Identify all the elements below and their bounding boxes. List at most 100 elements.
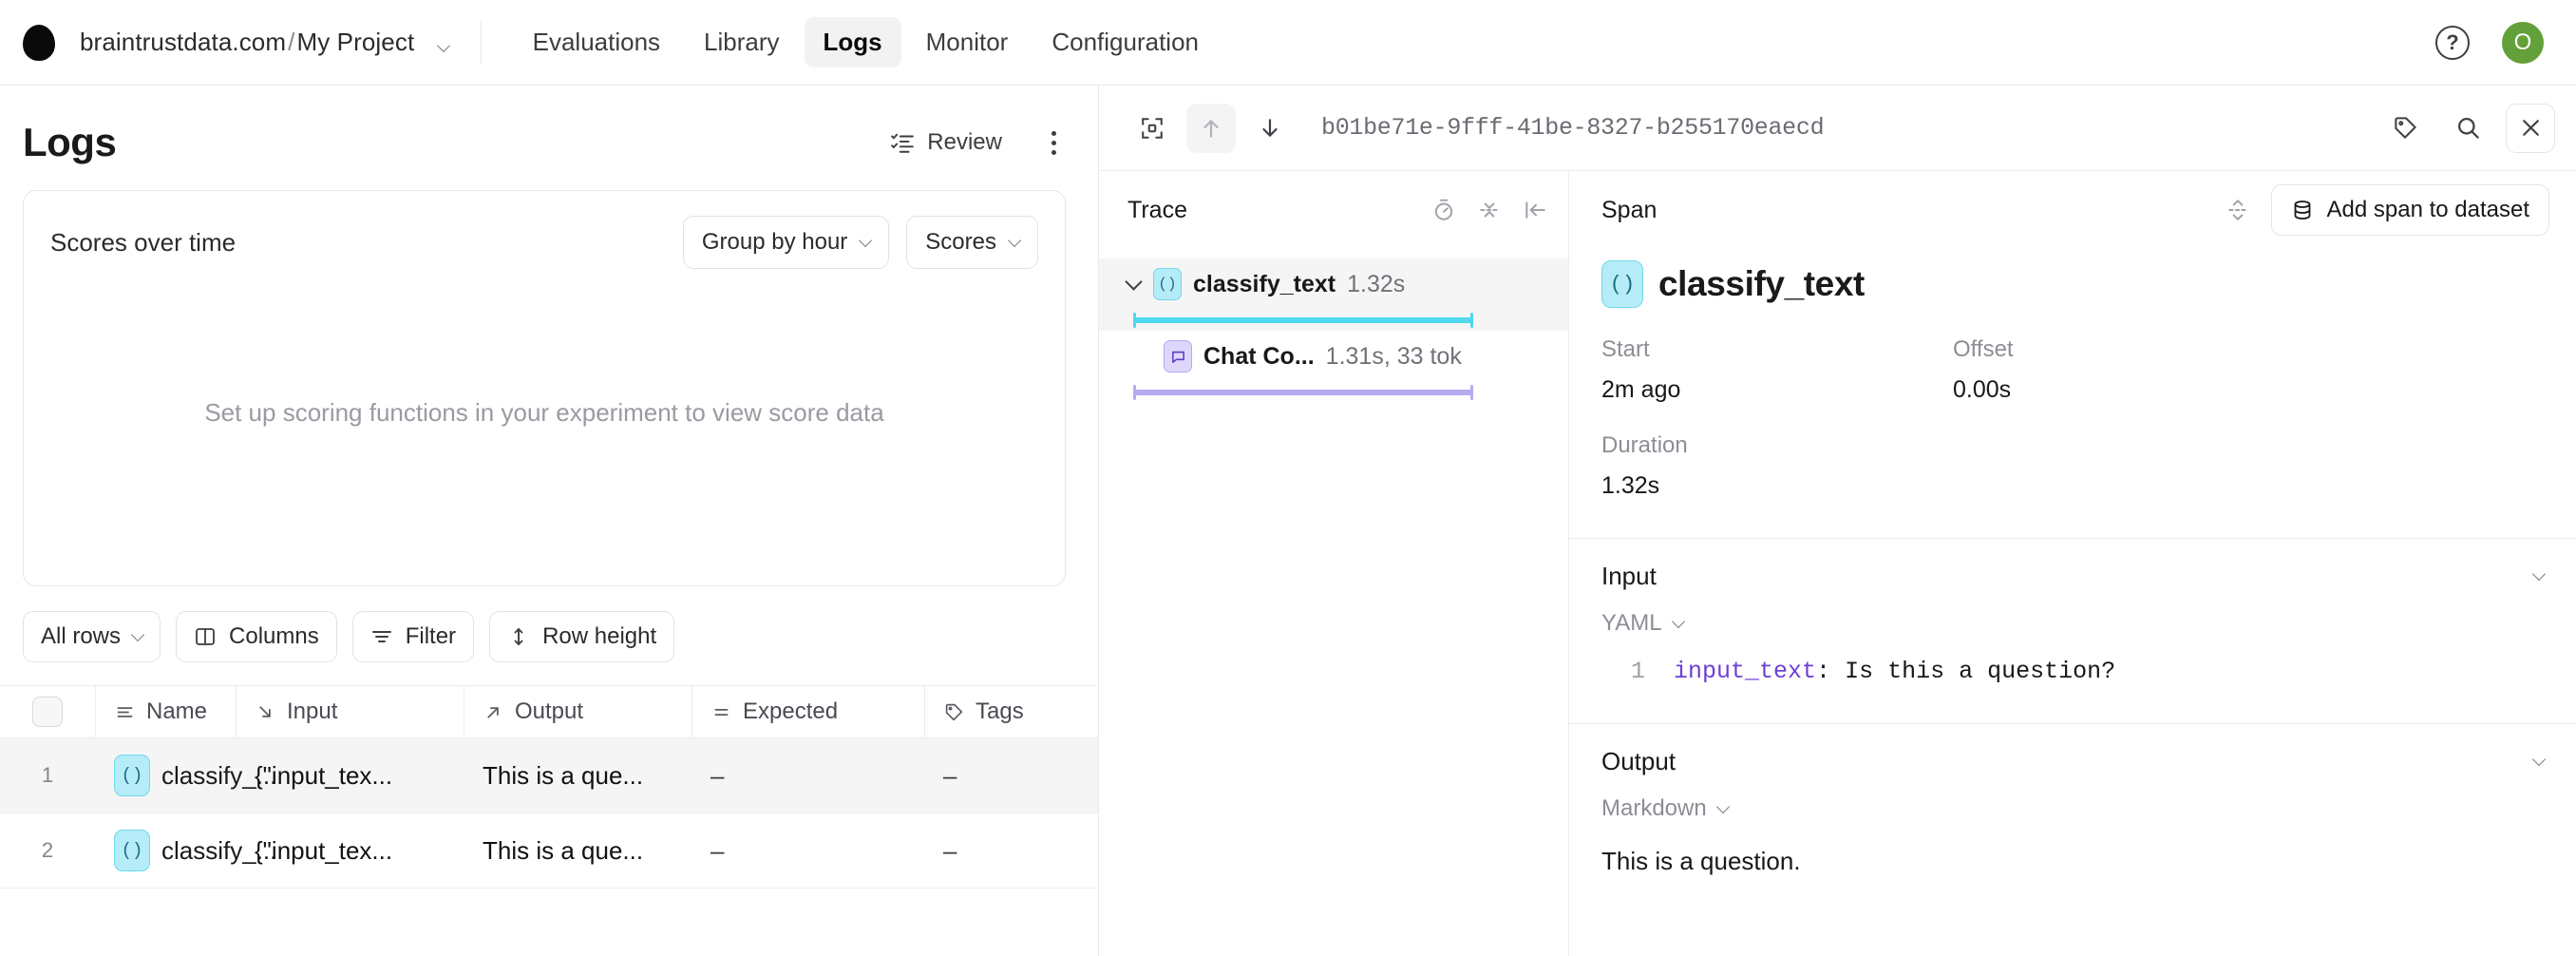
nav-tab-evaluations[interactable]: Evaluations xyxy=(514,17,679,67)
avatar[interactable]: O xyxy=(2502,22,2544,64)
input-section-header[interactable]: Input xyxy=(1569,539,2576,591)
row-height-button[interactable]: Row height xyxy=(489,611,674,662)
tag-icon xyxy=(944,702,964,722)
all-rows-dropdown[interactable]: All rows xyxy=(23,611,161,662)
select-all-checkbox[interactable] xyxy=(32,697,63,727)
row-number: 2 xyxy=(0,838,95,863)
scores-chart-title: Scores over time xyxy=(50,228,236,258)
column-header-tags[interactable]: Tags xyxy=(924,686,1095,737)
trace-duration-bar xyxy=(1133,317,1473,323)
scores-dropdown-label: Scores xyxy=(925,229,996,256)
trace-node-row: Chat Co... 1.31s, 33 tok xyxy=(1127,331,1540,382)
search-icon[interactable] xyxy=(2443,104,2492,153)
chevron-down-icon[interactable] xyxy=(1125,273,1142,290)
column-header-name[interactable]: Name xyxy=(95,686,236,737)
breadcrumb[interactable]: braintrustdata.com/My Project xyxy=(80,28,448,57)
scores-dropdown[interactable]: Scores xyxy=(906,216,1038,269)
chat-bubble-icon xyxy=(1164,340,1192,373)
trace-drawer-body: Trace xyxy=(1099,171,2576,956)
review-button-label: Review xyxy=(927,129,1002,156)
nav-tab-monitor[interactable]: Monitor xyxy=(907,17,1028,67)
nav-tab-logs[interactable]: Logs xyxy=(805,17,901,67)
breadcrumb-project: My Project xyxy=(296,28,414,56)
row-output-cell: This is a que... xyxy=(464,761,691,791)
scores-chart-card: Scores over time Group by hour Scores Se… xyxy=(23,190,1066,586)
table-row[interactable]: 1 () classify_... {"input_tex... This is… xyxy=(0,738,1098,813)
expand-icon[interactable] xyxy=(1127,104,1177,153)
chevron-down-icon xyxy=(131,627,144,641)
chevron-down-icon[interactable] xyxy=(439,41,448,55)
resize-vertical-icon[interactable] xyxy=(2226,198,2250,222)
trace-drawer-header: b01be71e-9fff-41be-8327-b255170eaecd xyxy=(1099,86,2576,171)
table-row[interactable]: 2 () classify_... {"input_tex... This is… xyxy=(0,813,1098,889)
column-header-expected[interactable]: Expected xyxy=(691,686,924,737)
input-format-label: YAML xyxy=(1601,610,1662,637)
output-section-header[interactable]: Output xyxy=(1569,724,2576,776)
timer-icon[interactable] xyxy=(1431,198,1456,222)
main-body: Logs Review xyxy=(0,86,2576,956)
chevron-down-icon xyxy=(1008,233,1021,246)
span-detail-panel: Span xyxy=(1569,171,2576,956)
trace-node-chat-completion[interactable]: Chat Co... 1.31s, 33 tok xyxy=(1099,331,1568,403)
scores-chart-empty-state: Set up scoring functions in your experim… xyxy=(24,269,1065,585)
column-header-output[interactable]: Output xyxy=(464,686,691,737)
span-start-label: Start xyxy=(1601,336,1953,369)
row-tags-cell: – xyxy=(924,836,1095,866)
chevron-down-icon xyxy=(1672,614,1685,627)
help-circle-icon[interactable]: ? xyxy=(2435,26,2470,60)
row-height-icon xyxy=(507,625,530,648)
trace-tree: () classify_text 1.32s xyxy=(1099,249,1568,403)
group-by-dropdown[interactable]: Group by hour xyxy=(683,216,889,269)
tag-icon[interactable] xyxy=(2380,104,2430,153)
chevron-down-icon[interactable] xyxy=(2532,753,2546,766)
braintrust-logo-icon[interactable] xyxy=(23,25,55,61)
row-name-cell: () classify_... xyxy=(95,830,236,871)
span-duration-label: Duration xyxy=(1601,432,1953,465)
add-span-to-dataset-button[interactable]: Add span to dataset xyxy=(2271,184,2550,236)
filter-label: Filter xyxy=(406,623,456,650)
trace-node-classify-text[interactable]: () classify_text 1.32s xyxy=(1099,258,1568,331)
columns-icon xyxy=(194,625,217,648)
kebab-menu-icon[interactable] xyxy=(1042,125,1066,161)
logs-header: Logs Review xyxy=(0,86,1098,179)
function-badge-icon: () xyxy=(1601,260,1643,308)
add-span-to-dataset-label: Add span to dataset xyxy=(2327,197,2530,223)
trace-node-name: Chat Co... xyxy=(1203,343,1315,371)
review-button[interactable]: Review xyxy=(890,129,1002,156)
column-header-input[interactable]: Input xyxy=(236,686,464,737)
trace-node-duration: 1.32s xyxy=(1347,271,1405,298)
table-toolbar: All rows Columns xyxy=(0,586,1098,685)
span-name: classify_text xyxy=(1658,264,1865,304)
code-value: Is this a question? xyxy=(1845,658,2115,685)
code-punct: : xyxy=(1816,658,1830,685)
filter-button[interactable]: Filter xyxy=(352,611,474,662)
trace-node-bar-wrap xyxy=(1127,310,1540,331)
arrow-down-icon[interactable] xyxy=(1245,104,1295,153)
page-title: Logs xyxy=(23,120,116,165)
columns-button[interactable]: Columns xyxy=(176,611,337,662)
trace-id[interactable]: b01be71e-9fff-41be-8327-b255170eaecd xyxy=(1321,114,1824,142)
logs-panel: Logs Review xyxy=(0,86,1099,956)
chevron-down-icon[interactable] xyxy=(2532,567,2546,581)
scores-chart-header: Scores over time Group by hour Scores xyxy=(24,191,1065,269)
equals-icon xyxy=(711,702,731,722)
checklist-icon xyxy=(890,130,915,155)
collapse-vertical-icon[interactable] xyxy=(1477,198,1502,222)
nav-divider xyxy=(481,21,482,65)
input-format-dropdown[interactable]: YAML xyxy=(1569,591,2576,637)
close-icon[interactable] xyxy=(2506,104,2555,153)
filter-icon xyxy=(370,625,393,648)
nav-tab-library[interactable]: Library xyxy=(685,17,798,67)
scores-chart-controls: Group by hour Scores xyxy=(683,216,1038,269)
input-code-block: 1 input_text: Is this a question? xyxy=(1569,637,2576,685)
nav-tabs: Evaluations Library Logs Monitor Configu… xyxy=(514,17,1218,67)
arrow-up-icon[interactable] xyxy=(1186,104,1236,153)
span-start-value: 2m ago xyxy=(1601,376,1953,425)
collapse-left-icon[interactable] xyxy=(1523,198,1547,222)
span-metadata-spacer xyxy=(1953,432,2544,465)
nav-tab-configuration[interactable]: Configuration xyxy=(1032,17,1218,67)
breadcrumb-org: braintrustdata.com xyxy=(80,28,286,56)
output-format-dropdown[interactable]: Markdown xyxy=(1569,776,2576,822)
column-header-input-label: Input xyxy=(287,698,337,725)
row-input-cell: {"input_tex... xyxy=(236,761,464,791)
